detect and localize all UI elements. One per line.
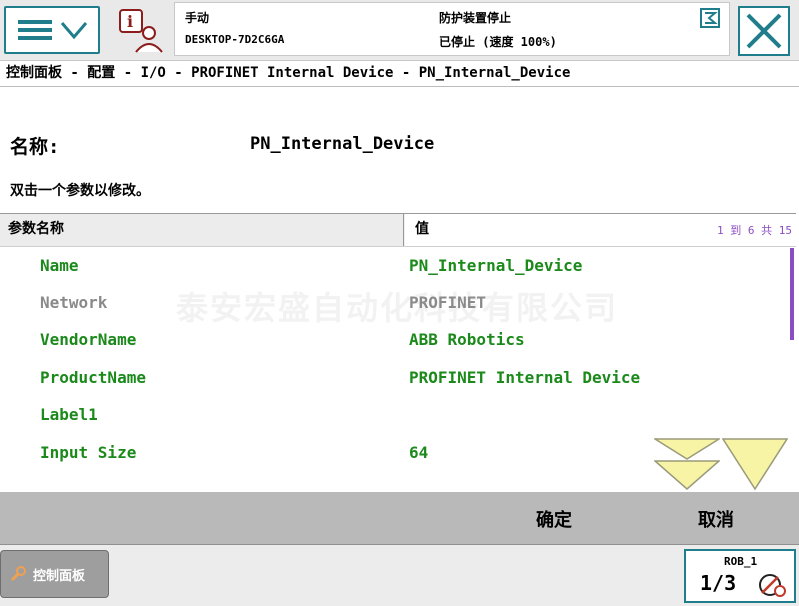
mechanical-unit-ratio: 1/3 [700,571,737,595]
table-row[interactable]: ProductName PROFINET Internal Device [0,360,790,397]
motors-off-icon [700,8,720,28]
main-menu-button[interactable] [4,6,100,54]
taskbar-item-control-panel[interactable]: 控制面板 [0,550,109,598]
column-header-name[interactable]: 参数名称 [0,214,404,246]
action-bar: 确定 取消 [0,492,799,545]
param-value: PN_Internal_Device [409,256,583,275]
instruction-text: 双击一个参数以修改。 [10,183,150,199]
breadcrumb: 控制面板 - 配置 - I/O - PROFINET Internal Devi… [6,65,571,81]
close-icon [746,13,782,49]
task-bar [0,545,799,606]
device-name-label: 名称: [10,136,60,158]
close-button[interactable] [738,6,790,56]
param-name: Label1 [40,405,98,424]
jog-disabled-icon [759,574,786,597]
param-name: Input Size [40,443,137,462]
cancel-button[interactable]: 取消 [698,506,734,532]
operating-mode: 手动 [185,11,210,25]
safety-state: 防护装置停止 [439,11,512,25]
page-down-button[interactable] [652,437,722,491]
device-name-value: PN_Internal_Device [250,134,435,154]
run-state: 已停止 (速度 100%) [439,35,557,49]
table-row[interactable]: Name PN_Internal_Device [0,248,790,285]
triangle-down-icon [721,438,789,491]
controller-name: DESKTOP-7D2C6GA [185,33,285,46]
param-name: ProductName [40,368,146,387]
menu-icon [18,20,88,40]
watermark: 泰安宏盛自动化科技有限公司 [176,289,619,327]
divider [0,86,799,87]
wrench-icon [10,566,26,582]
param-value: PROFINET Internal Device [409,368,641,387]
taskbar-item-label: 控制面板 [33,569,86,584]
table-header: 参数名称 值 1 到 6 共 15 [0,214,796,247]
quickset-button[interactable]: ROB_1 1/3 [684,549,796,603]
scroll-down-button[interactable] [721,437,789,491]
robot-label: ROB_1 [724,555,758,568]
param-name: Network [40,293,108,312]
param-name: VendorName [40,330,137,349]
pager-text: 1 到 6 共 15 [717,224,792,237]
status-panel[interactable]: 手动 DESKTOP-7D2C6GA 防护装置停止 已停止 (速度 100%) [174,2,730,56]
scrollbar[interactable] [790,248,794,340]
event-log-icon[interactable]: i [116,6,166,56]
double-chevron-down-icon [652,438,722,490]
param-name: Name [40,256,79,275]
svg-text:i: i [127,12,133,31]
column-header-value[interactable]: 值 1 到 6 共 15 [405,214,796,246]
table-row[interactable]: Label1 [0,397,790,434]
ok-button[interactable]: 确定 [536,506,572,532]
param-value: 64 [409,443,429,462]
param-value: ABB Robotics [409,330,525,349]
